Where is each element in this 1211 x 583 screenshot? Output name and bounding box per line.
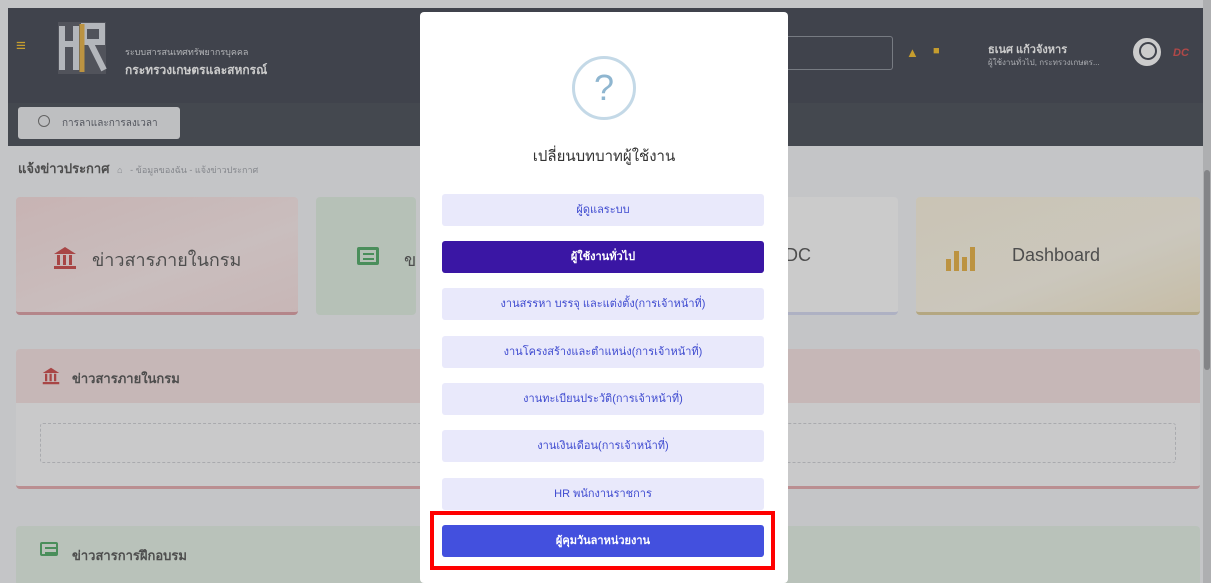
role-button-admin[interactable]: ผู้ดูแลระบบ <box>442 194 764 226</box>
role-button-general-user[interactable]: ผู้ใช้งานทั่วไป <box>442 241 764 273</box>
role-button-structure[interactable]: งานโครงสร้างและตำแหน่ง(การเจ้าหน้าที่) <box>442 336 764 368</box>
dialog-title: เปลี่ยนบทบาทผู้ใช้งาน <box>532 148 676 165</box>
highlight-box <box>430 511 775 570</box>
question-icon: ? <box>572 56 636 120</box>
role-button-hr-staff[interactable]: HR พนักงานราชการ <box>442 478 764 510</box>
role-button-salary[interactable]: งานเงินเดือน(การเจ้าหน้าที่) <box>442 430 764 462</box>
role-button-recruitment[interactable]: งานสรรหา บรรจุ และแต่งตั้ง(การเจ้าหน้าที… <box>442 288 764 320</box>
role-button-records[interactable]: งานทะเบียนประวัติ(การเจ้าหน้าที่) <box>442 383 764 415</box>
